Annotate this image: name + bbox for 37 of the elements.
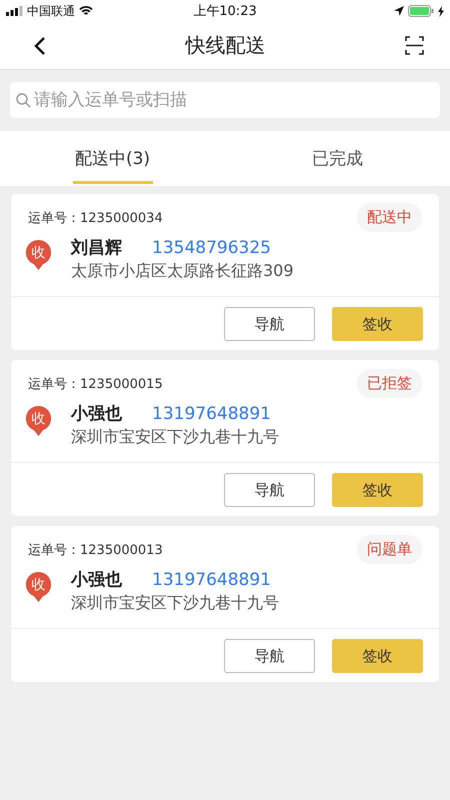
status-time: 上午10:23	[193, 3, 257, 20]
navigate-button[interactable]: 导航	[224, 473, 315, 507]
recipient-address: 太原市小店区太原路长征路309	[71, 261, 294, 282]
scan-icon[interactable]	[405, 36, 424, 55]
tab[interactable]: 已完成	[225, 131, 450, 186]
recipient-pin: 收	[26, 406, 51, 436]
recipient-pin: 收	[26, 572, 51, 602]
sign-button[interactable]: 签收	[332, 307, 423, 341]
navigate-button[interactable]: 导航	[224, 639, 315, 673]
battery-icon	[408, 5, 434, 17]
recipient-name: 小强也	[71, 569, 122, 591]
waybill-number: 运单号：1235000034	[28, 210, 163, 226]
page-title: 快线配送	[186, 32, 266, 59]
phone-link[interactable]: 13197648891	[152, 404, 271, 424]
order-status: 配送中	[357, 203, 422, 232]
recipient-pin: 收	[26, 240, 51, 270]
search-field[interactable]: 请输入运单号或扫描	[10, 82, 440, 118]
waybill-number: 运单号：1235000015	[28, 376, 163, 392]
charging-bolt-icon	[438, 6, 444, 16]
order-status: 问题单	[357, 535, 422, 564]
carrier-name: 中国联通	[27, 2, 75, 20]
recipient-address: 深圳市宝安区下沙九巷十九号	[71, 593, 279, 614]
sign-button[interactable]: 签收	[332, 473, 423, 507]
sign-button[interactable]: 签收	[332, 639, 423, 673]
recipient-address: 深圳市宝安区下沙九巷十九号	[71, 427, 279, 448]
recipient-name: 刘昌辉	[71, 237, 122, 259]
tab[interactable]: 配送中(3)	[0, 131, 225, 186]
phone-link[interactable]: 13197648891	[152, 570, 271, 590]
back-icon[interactable]	[34, 36, 46, 56]
navigate-button[interactable]: 导航	[224, 307, 315, 341]
order-status: 已拒签	[357, 369, 422, 398]
phone-link[interactable]: 13548796325	[152, 238, 271, 258]
signal-icon	[6, 6, 23, 16]
recipient-name: 小强也	[71, 403, 122, 425]
wifi-icon	[79, 6, 93, 16]
location-arrow-icon	[394, 6, 404, 16]
waybill-number: 运单号：1235000013	[28, 542, 163, 558]
